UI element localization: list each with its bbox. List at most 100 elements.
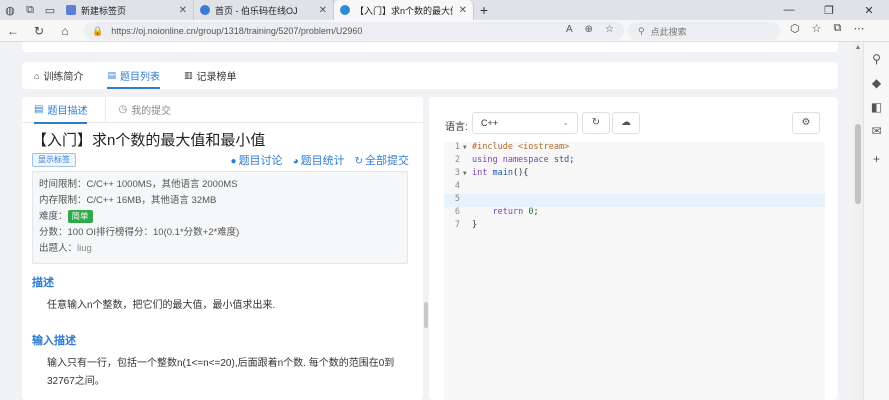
settings-button[interactable]: ⚙: [792, 112, 820, 134]
current-line-highlight: [444, 194, 825, 207]
all-submissions-link[interactable]: ↻ 全部提交: [355, 152, 409, 168]
address-bar[interactable]: 🔒 https://oj.noionline.cn/group/1318/tra…: [84, 22, 624, 40]
difficulty-label: 难度：: [39, 211, 68, 222]
chevron-down-icon: ⌄: [562, 118, 569, 127]
maximize-icon[interactable]: ❐: [809, 0, 849, 20]
description-text: 任意输入n个整数，把它们的最大值，最小值求出来.: [47, 300, 276, 311]
window-controls: — ❐ ✕: [769, 0, 889, 20]
statistics-link[interactable]: ◕ 题目统计: [293, 152, 345, 168]
search-input[interactable]: ⚲ 点此搜索: [628, 22, 780, 40]
close-icon[interactable]: ✕: [319, 5, 327, 16]
code-line: #include <iostream>: [472, 142, 570, 152]
tab-title: 【入门】求n个数的最大值和最小值: [355, 5, 453, 16]
nav-training-intro[interactable]: ⌂ 训练简介: [34, 62, 83, 89]
problem-subtabs: ▤ 题目描述 ◷ 我的提交: [22, 96, 423, 124]
score: 分数：100 OI排行榜得分：10(0.1*分数+2*难度): [39, 227, 240, 238]
scroll-up-icon[interactable]: ▲: [853, 44, 863, 51]
newtab-favicon-icon: [66, 5, 76, 15]
time-limit: 时间限制：C/C++ 1000MS，其他语言 2000MS: [39, 179, 238, 190]
close-icon[interactable]: ✕: [459, 5, 467, 16]
code-line: using namespace std;: [472, 155, 575, 165]
line-number: 3: [454, 168, 460, 178]
tab-actions-icon[interactable]: ▭: [40, 0, 60, 20]
search-placeholder: 点此搜索: [650, 26, 687, 37]
browser-tab-problem[interactable]: 【入门】求n个数的最大值和最小值 ✕: [334, 0, 474, 20]
home-icon[interactable]: ⌂: [52, 24, 78, 38]
zoom-icon[interactable]: ⊕: [585, 24, 593, 35]
browser-tab-new[interactable]: 新建标签页 ✕: [60, 0, 194, 20]
nav-label: 记录榜单: [196, 72, 237, 83]
window-close-icon[interactable]: ✕: [849, 0, 889, 20]
line-number: 5: [454, 194, 460, 204]
author-name[interactable]: liug: [77, 243, 92, 254]
fold-arrow-icon[interactable]: ▼: [463, 170, 467, 177]
collections-icon[interactable]: ⧉: [833, 22, 841, 35]
tab-title: 新建标签页: [81, 5, 127, 16]
code-editor[interactable]: 1 2 3 4 5 6 7 ▼ ▼ #include <iostream> us…: [444, 142, 825, 400]
browser-sidebar: ⚲ ◆ ◧ ✉ +: [863, 42, 889, 400]
list-icon: ▤: [107, 70, 116, 80]
refresh-icon: ↻: [591, 117, 601, 128]
add-icon[interactable]: +: [864, 152, 889, 166]
show-tags-button[interactable]: 显示标签: [32, 153, 76, 167]
problem-title: 【入门】求n个数的最大值和最小值: [32, 132, 266, 149]
drag-handle[interactable]: [424, 302, 428, 328]
reset-code-button[interactable]: ↻: [582, 112, 610, 134]
more-icon[interactable]: ⋯: [853, 22, 864, 35]
favorite-icon[interactable]: ☆: [605, 24, 614, 35]
input-text: 输入只有一行，包括一个整数n(1<=n<=20),后面跟着n个数. 每个数的范围…: [47, 358, 395, 387]
nav-leaderboard[interactable]: ▥ 记录榜单: [184, 62, 237, 89]
header-strip: [22, 42, 838, 52]
scrollbar-thumb[interactable]: [855, 124, 861, 204]
code-line: int main(){: [472, 168, 529, 178]
page-scrollbar[interactable]: ▲: [853, 42, 863, 400]
new-tab-button[interactable]: +: [474, 0, 494, 20]
tools-icon[interactable]: ◆: [864, 76, 889, 90]
discussion-link[interactable]: ● 题目讨论: [231, 152, 283, 168]
nav-problem-list[interactable]: ▤ 题目列表: [107, 62, 160, 89]
search-icon[interactable]: ⚲: [864, 52, 889, 66]
workspaces-icon[interactable]: ⧉: [20, 0, 40, 20]
browser-tab-home[interactable]: 首页 - 伯乐码在线OJ ✕: [194, 0, 334, 20]
language-select[interactable]: C++ ⌄: [472, 112, 578, 134]
editor-panel: 语言: C++ ⌄ ↻ ☁ ⚙ 1 2 3 4 5 6 7 ▼ ▼ #inclu…: [429, 97, 838, 400]
clock-icon: ◷: [118, 104, 128, 115]
office-icon[interactable]: ◧: [864, 100, 889, 114]
problem-links: ● 题目讨论 ◕ 题目统计 ↻ 全部提交: [231, 152, 409, 168]
site-favicon-icon: [340, 5, 350, 15]
pie-chart-icon: ◕: [292, 156, 299, 167]
link-label: 全部提交: [365, 155, 409, 167]
gear-icon: ⚙: [801, 117, 811, 128]
extensions-icon[interactable]: ⬡: [790, 22, 800, 35]
upload-button[interactable]: ☁: [612, 112, 640, 134]
tab-my-submissions[interactable]: ◷ 我的提交: [118, 97, 183, 123]
close-icon[interactable]: ✕: [179, 5, 187, 16]
line-number: 2: [454, 155, 460, 165]
tab-problem-description[interactable]: ▤ 题目描述: [34, 96, 107, 124]
link-label: 题目统计: [300, 155, 345, 167]
line-number: 1: [454, 142, 460, 152]
tab-title: 首页 - 伯乐码在线OJ: [215, 5, 298, 16]
training-nav: ⌂ 训练简介 ▤ 题目列表 ▥ 记录榜单: [22, 62, 838, 89]
cloud-upload-icon: ☁: [621, 117, 631, 128]
browser-tab-bar: ◍ ⧉ ▭ 新建标签页 ✕ 首页 - 伯乐码在线OJ ✕ 【入门】求n个数的最大…: [0, 0, 889, 20]
outlook-icon[interactable]: ✉: [864, 124, 889, 138]
lock-icon[interactable]: 🔒: [92, 26, 103, 37]
input-heading: 输入描述: [32, 335, 76, 347]
refresh-icon[interactable]: ↻: [26, 24, 52, 38]
profile-icon[interactable]: ◍: [0, 0, 20, 20]
bar-chart-icon: ▥: [183, 70, 193, 80]
back-icon[interactable]: ←: [0, 24, 26, 38]
difficulty-row: 难度： 简单: [39, 209, 401, 225]
document-icon: ▤: [34, 104, 44, 115]
author-label: 出题人：: [39, 243, 78, 254]
fold-arrow-icon[interactable]: ▼: [463, 144, 467, 151]
link-label: 题目讨论: [238, 155, 283, 167]
translate-icon[interactable]: A: [566, 24, 573, 35]
nav-label: 训练简介: [43, 72, 84, 83]
problem-panel: ▤ 题目描述 ◷ 我的提交 【入门】求n个数的最大值和最小值 显示标签 ● 题目讨…: [22, 96, 423, 400]
minimize-icon[interactable]: —: [769, 0, 809, 20]
favorites-icon[interactable]: ☆: [812, 22, 822, 35]
comments-icon: ●: [230, 156, 237, 167]
address-toolbar: ← ↻ ⌂ 🔒 https://oj.noionline.cn/group/13…: [0, 20, 889, 42]
